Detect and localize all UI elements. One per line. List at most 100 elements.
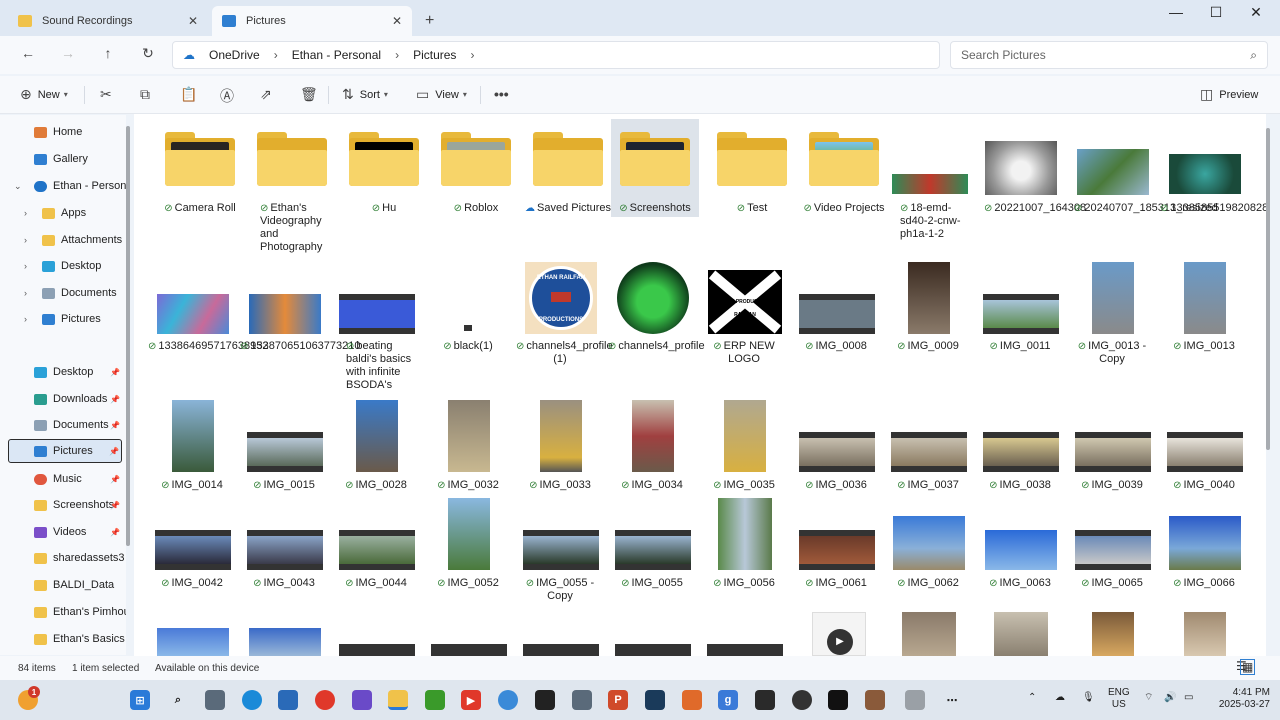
- maps-icon[interactable]: [498, 690, 518, 710]
- video-img-0044[interactable]: ⊘ IMG_0044: [332, 498, 420, 608]
- tab-sound-recordings[interactable]: Sound Recordings ✕: [8, 6, 208, 36]
- sidebar-item-gallery[interactable]: Gallery: [34, 147, 88, 171]
- sidebar-item-ethan-personal[interactable]: ⌄ Ethan - Personal: [14, 174, 126, 198]
- start-icon[interactable]: ⊞: [130, 690, 150, 710]
- app-icon[interactable]: [755, 690, 775, 710]
- sidebar-item-attachments[interactable]: › Attachments: [24, 228, 122, 252]
- up-arrow-icon[interactable]: ↑: [98, 45, 118, 61]
- view-button[interactable]: ▭ View ▾: [416, 86, 467, 103]
- video-file-icon[interactable]: ▶: [812, 612, 866, 656]
- task-view-icon[interactable]: [205, 690, 225, 710]
- chevron-down-icon[interactable]: ⌄: [14, 181, 22, 192]
- video-thumbnail[interactable]: [707, 644, 783, 656]
- more-icon[interactable]: ⋯: [942, 690, 962, 710]
- image-img-0009[interactable]: ⊘ IMG_0009: [884, 262, 972, 372]
- image-img-0062[interactable]: ⊘ IMG_0062: [884, 498, 972, 608]
- image-133870651063773210[interactable]: ⊘ 133870651063773210: [240, 262, 361, 372]
- sidebar-item-apps[interactable]: › Apps: [24, 201, 86, 225]
- image-img-0056[interactable]: ⊘ IMG_0056: [700, 498, 788, 608]
- image-20240707[interactable]: ⊘ 20240707_185313_resized: [1068, 122, 1218, 242]
- search-icon[interactable]: ⌕: [168, 690, 188, 710]
- maximize-button[interactable]: ☐: [1196, 4, 1236, 21]
- quick-access-sharedassets3[interactable]: sharedassets3: [34, 546, 125, 570]
- image-133858551982082851[interactable]: ⊘133858551982082851: [1160, 122, 1266, 242]
- video-img-0011[interactable]: ⊘ IMG_0011: [976, 262, 1064, 372]
- close-icon[interactable]: ✕: [188, 14, 198, 28]
- breadcrumb-ethan-personal[interactable]: Ethan - Personal: [292, 48, 381, 62]
- video-thumbnail[interactable]: [615, 644, 691, 656]
- volume-icon[interactable]: 🔊: [1164, 692, 1176, 704]
- store-icon[interactable]: [278, 690, 298, 710]
- back-arrow-icon[interactable]: ←: [18, 45, 38, 61]
- edge-icon[interactable]: [242, 690, 262, 710]
- video-img-0039[interactable]: ⊘ IMG_0039: [1068, 400, 1156, 500]
- clipchamp-icon[interactable]: [352, 690, 372, 710]
- folder-video-projects[interactable]: ⊘ Video Projects: [798, 122, 890, 242]
- video-img-0065[interactable]: ⊘ IMG_0065: [1068, 498, 1156, 608]
- steam-icon[interactable]: [645, 690, 665, 710]
- quick-access-downloads[interactable]: Downloads 📌: [34, 387, 124, 411]
- close-icon[interactable]: ✕: [392, 14, 402, 28]
- image-img-0028[interactable]: ⊘ IMG_0028: [332, 400, 420, 500]
- cut-button[interactable]: ✂: [100, 86, 118, 103]
- chevron-right-icon[interactable]: ›: [24, 314, 27, 324]
- video-img-0037[interactable]: ⊘ IMG_0037: [884, 400, 972, 500]
- sidebar-item-documents[interactable]: › Documents: [24, 281, 117, 305]
- close-window-button[interactable]: ✕: [1236, 4, 1276, 21]
- image-channels4-profile[interactable]: ⊘ channels4_profile: [608, 262, 705, 382]
- chevron-up-icon[interactable]: ⌃: [1028, 692, 1036, 704]
- breadcrumb-pictures[interactable]: Pictures: [413, 48, 456, 62]
- image-img-0032[interactable]: ⊘ IMG_0032: [424, 400, 512, 500]
- chevron-right-icon[interactable]: ›: [24, 288, 27, 298]
- image-18-emd[interactable]: ⊘ 18-emd-sd40-2-cnw-ph1a-1-2: [886, 122, 974, 252]
- quick-access-videos[interactable]: Videos 📌: [34, 520, 124, 544]
- video-img-0055-copy[interactable]: ⊘ IMG_0055 - Copy: [516, 498, 604, 618]
- image-20221007[interactable]: ⊘ 20221007_164308: [976, 122, 1086, 242]
- more-options-button[interactable]: •••: [494, 86, 515, 102]
- image-channels4-profile-1[interactable]: ETHAN RAILFAN PRODUCTIONS ⊘ channels4_pro…: [516, 262, 613, 382]
- battery-icon[interactable]: ▭: [1184, 692, 1193, 704]
- sort-button[interactable]: ⇅ Sort ▾: [342, 86, 388, 103]
- quick-access-ethans-basics[interactable]: Ethan's Basics Te: [34, 627, 126, 651]
- search-icon[interactable]: ⌕: [1250, 48, 1257, 63]
- language-indicator[interactable]: ENG US: [1108, 687, 1130, 711]
- video-thumbnail[interactable]: [523, 644, 599, 656]
- chevron-right-icon[interactable]: ›: [470, 48, 474, 62]
- video-img-0061[interactable]: ⊘ IMG_0061: [792, 498, 880, 608]
- address-bar[interactable]: ☁ OneDrive › Ethan - Personal › Pictures…: [172, 41, 940, 69]
- video-img-0015[interactable]: ⊘ IMG_0015: [240, 400, 328, 500]
- refresh-icon[interactable]: ↻: [138, 45, 158, 62]
- forward-arrow-icon[interactable]: →: [58, 45, 78, 61]
- image-erp-new-logo[interactable]: ETHAN PRODUCTIONS RAILFAN ⊘ ERP NEW LOGO: [700, 262, 788, 382]
- quick-access-music[interactable]: Music 📌: [34, 467, 124, 491]
- video-thumbnail[interactable]: [339, 644, 415, 656]
- wifi-icon[interactable]: ⌔: [1144, 692, 1153, 704]
- sidebar-item-pictures[interactable]: › Pictures: [24, 307, 101, 331]
- sidebar-item-home[interactable]: Home: [34, 120, 82, 144]
- video-beating-baldi[interactable]: ⊘ beating baldi's basics with infinite BS…: [332, 262, 420, 402]
- obs-icon[interactable]: [792, 690, 812, 710]
- share-button[interactable]: ⇗: [260, 86, 278, 103]
- g-app-icon[interactable]: g: [718, 690, 738, 710]
- youtube-icon[interactable]: ▶: [461, 690, 481, 710]
- folder-roblox[interactable]: ⊘ Roblox: [432, 122, 520, 242]
- content-scrollbar[interactable]: [1266, 128, 1270, 450]
- folder-screenshots[interactable]: ⊘ Screenshots: [611, 119, 699, 217]
- search-input[interactable]: Search Pictures ⌕: [950, 41, 1268, 69]
- chevron-right-icon[interactable]: ›: [24, 208, 27, 218]
- quick-access-screenshots[interactable]: Screenshots 📌: [34, 493, 124, 517]
- minecraft-icon[interactable]: [425, 690, 445, 710]
- quick-access-baldi-data[interactable]: BALDI_Data: [34, 573, 114, 597]
- rename-button[interactable]: Ⓐ: [220, 86, 240, 106]
- minimize-button[interactable]: —: [1156, 4, 1196, 20]
- roblox-icon[interactable]: [535, 690, 555, 710]
- video-img-0008[interactable]: ⊘ IMG_0008: [792, 262, 880, 372]
- app-icon[interactable]: [682, 690, 702, 710]
- quick-access-ethans-pimhous[interactable]: Ethan's Pimhous: [34, 600, 126, 624]
- sidebar-item-desktop[interactable]: › Desktop: [24, 254, 101, 278]
- folder-hu[interactable]: ⊘ Hu: [340, 122, 428, 242]
- preview-button[interactable]: ◫ Preview: [1200, 86, 1258, 103]
- app-icon[interactable]: [865, 690, 885, 710]
- thumbnail[interactable]: [157, 628, 229, 656]
- image-img-0033[interactable]: ⊘ IMG_0033: [516, 400, 604, 500]
